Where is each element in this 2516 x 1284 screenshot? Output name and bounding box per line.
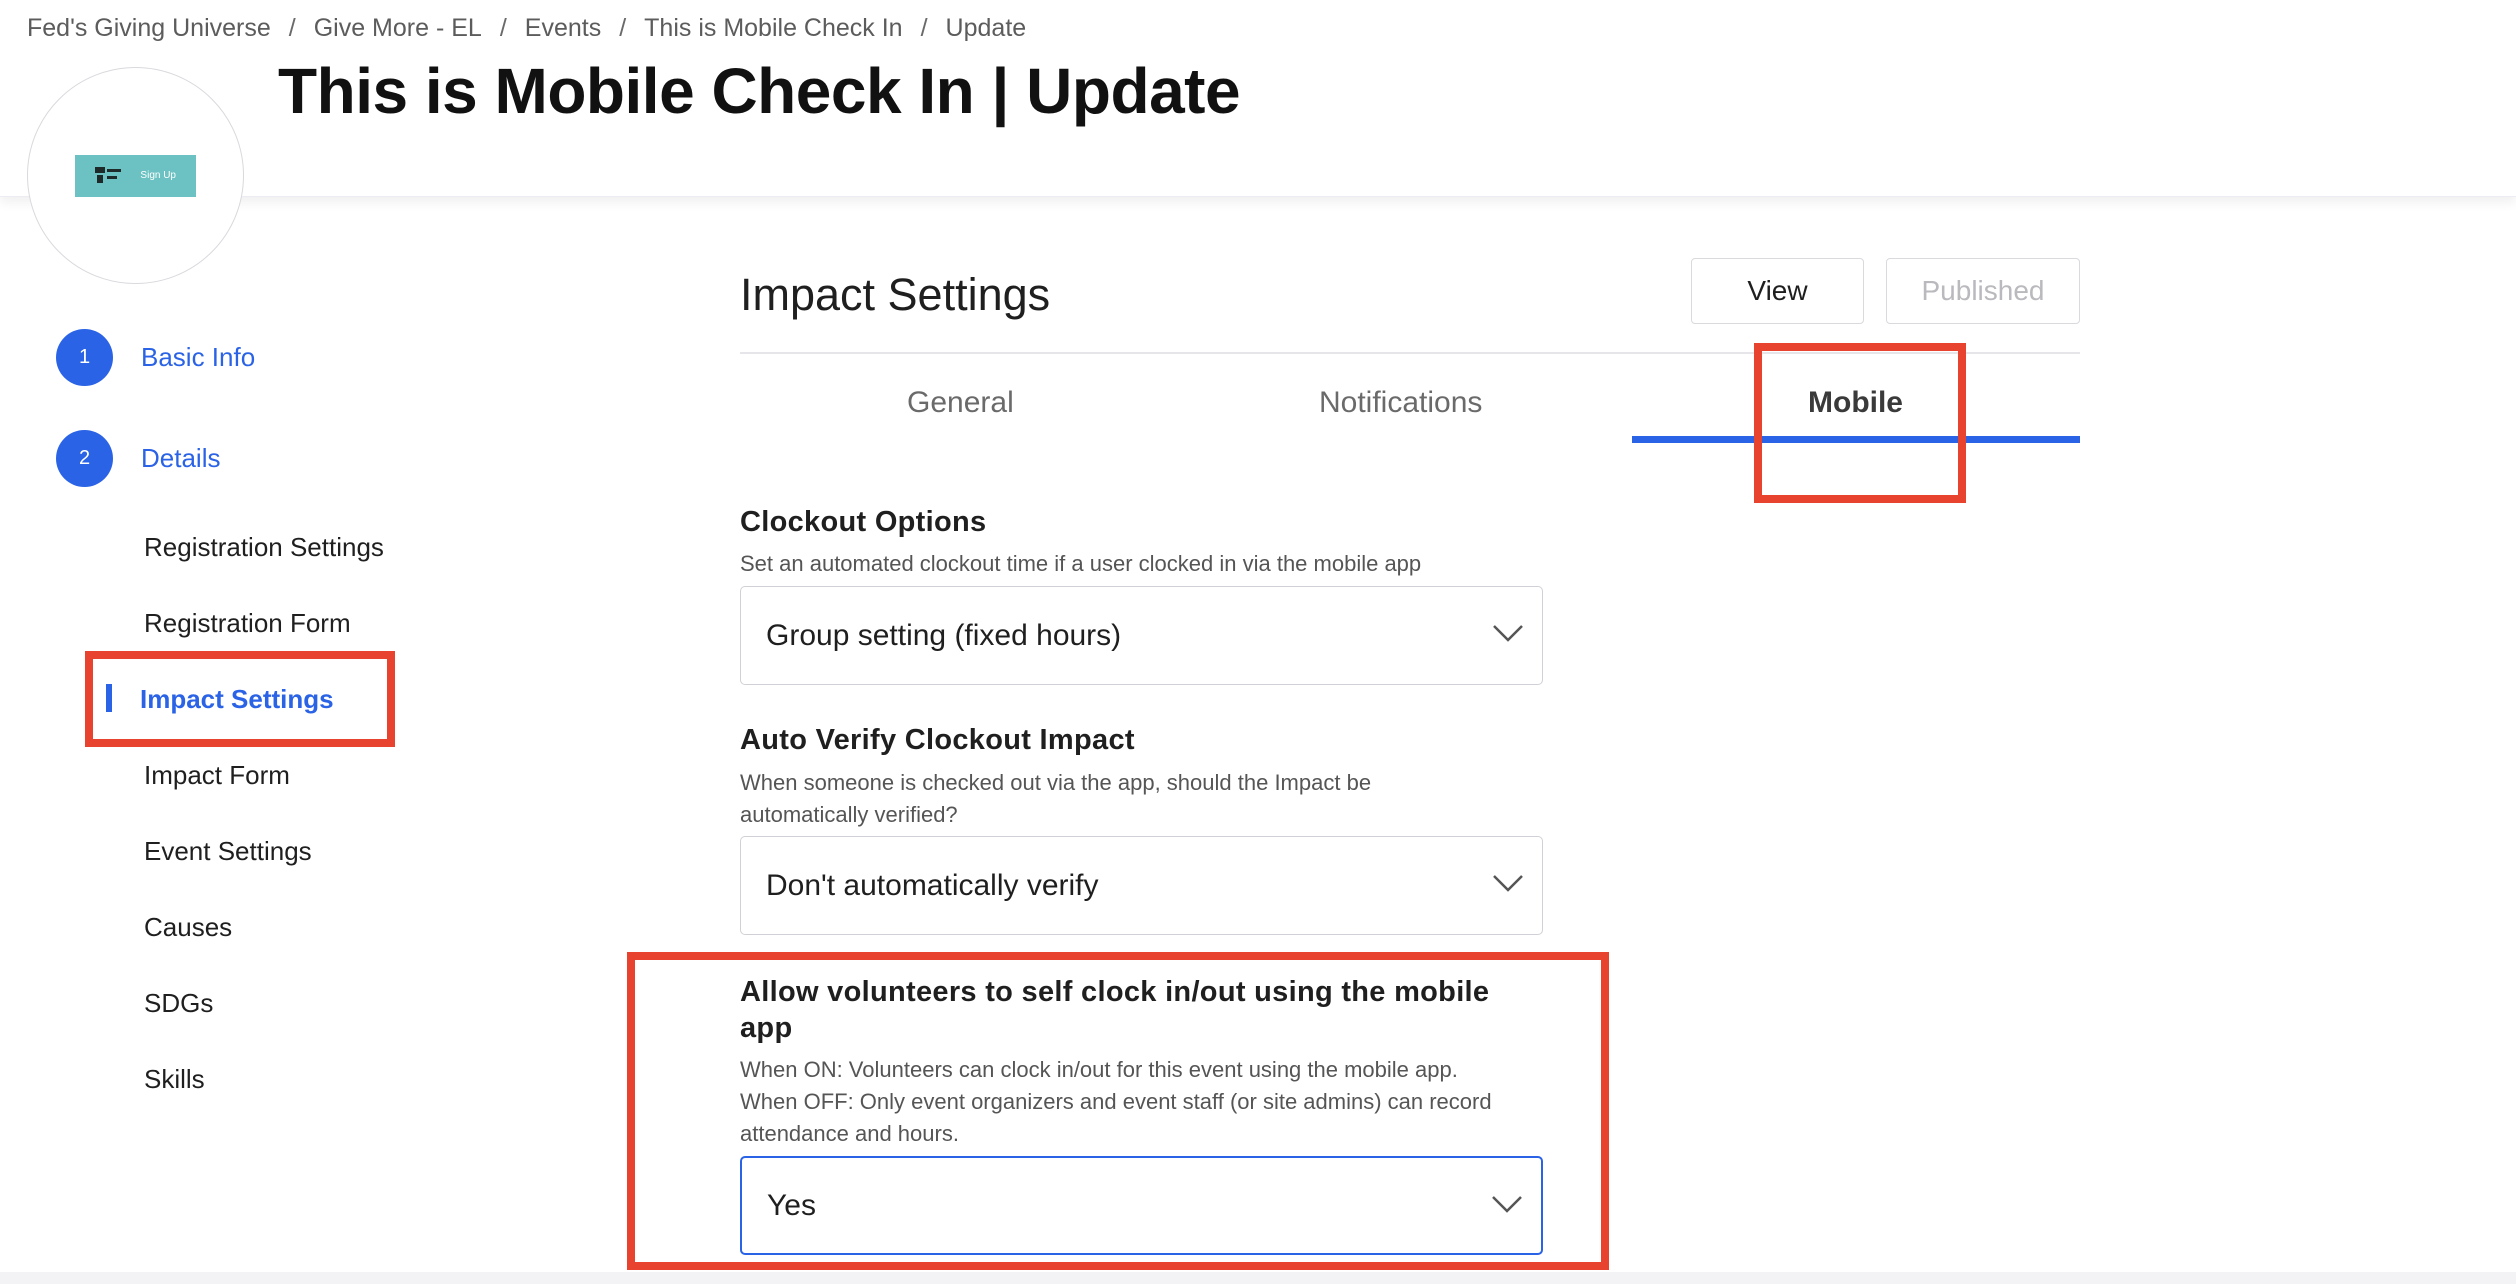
- breadcrumb-item-program[interactable]: Give More - EL: [314, 14, 482, 43]
- view-button[interactable]: View: [1691, 258, 1864, 324]
- active-indicator: [106, 684, 112, 712]
- sidebar-item-sdgs[interactable]: SDGs: [144, 988, 213, 1019]
- breadcrumb-separator: /: [619, 14, 627, 42]
- breadcrumb-separator: /: [499, 14, 507, 42]
- step-basic-info[interactable]: 1 Basic Info: [56, 329, 255, 386]
- auto-verify-select[interactable]: Don't automatically verify: [740, 836, 1543, 935]
- event-avatar: Sign Up: [27, 67, 244, 284]
- label-line: app: [740, 1012, 793, 1044]
- description-line: When OFF: Only event organizers and even…: [740, 1089, 1492, 1114]
- breadcrumb-separator: /: [920, 14, 928, 42]
- section-title: Impact Settings: [740, 269, 1051, 320]
- sidebar-item-impact-form[interactable]: Impact Form: [144, 760, 290, 791]
- sidebar-item-registration-settings[interactable]: Registration Settings: [144, 532, 384, 563]
- auto-verify-label: Auto Verify Clockout Impact: [740, 724, 1135, 756]
- chevron-down-icon: [1493, 625, 1523, 642]
- step-number: 2: [56, 430, 113, 487]
- sidebar-item-impact-settings[interactable]: Impact Settings: [140, 684, 334, 715]
- description-line: automatically verified?: [740, 802, 958, 827]
- breadcrumb: Fed's Giving Universe / Give More - EL /…: [27, 14, 1026, 43]
- bottom-edge: [0, 1272, 2516, 1284]
- tab-notifications[interactable]: Notifications: [1319, 386, 1482, 420]
- published-button[interactable]: Published: [1886, 258, 2080, 324]
- sidebar-item-registration-form[interactable]: Registration Form: [144, 608, 351, 639]
- description-line: attendance and hours.: [740, 1121, 959, 1146]
- self-clock-description: When ON: Volunteers can clock in/out for…: [740, 1054, 1540, 1150]
- self-clock-select[interactable]: Yes: [740, 1156, 1543, 1255]
- breadcrumb-item-org[interactable]: Fed's Giving Universe: [27, 14, 271, 43]
- event-logo: Sign Up: [75, 154, 196, 197]
- description-line: When someone is checked out via the app,…: [740, 770, 1372, 795]
- label-line: Allow volunteers to self clock in/out us…: [740, 976, 1490, 1008]
- step-number: 1: [56, 329, 113, 386]
- tab-general[interactable]: General: [907, 386, 1014, 420]
- select-value: Don't automatically verify: [766, 868, 1099, 902]
- breadcrumb-item-event[interactable]: This is Mobile Check In: [644, 14, 902, 43]
- sidebar-item-event-settings[interactable]: Event Settings: [144, 836, 312, 867]
- title-divider: [740, 352, 2080, 354]
- sidebar-item-causes[interactable]: Causes: [144, 912, 232, 943]
- breadcrumb-item-current: Update: [945, 14, 1027, 42]
- clockout-options-description: Set an automated clockout time if a user…: [740, 551, 1422, 576]
- description-line: When ON: Volunteers can clock in/out for…: [740, 1057, 1458, 1082]
- self-clock-label: Allow volunteers to self clock in/out us…: [740, 974, 1489, 1046]
- chevron-down-icon: [1492, 1196, 1522, 1213]
- breadcrumb-item-events[interactable]: Events: [525, 14, 601, 43]
- auto-verify-description: When someone is checked out via the app,…: [740, 767, 1540, 831]
- select-value: Yes: [767, 1188, 816, 1222]
- logo-text: Sign Up: [140, 170, 176, 181]
- logo-mark-icon: [95, 166, 121, 183]
- active-tab-underline: [1632, 436, 2080, 443]
- breadcrumb-separator: /: [288, 14, 296, 42]
- chevron-down-icon: [1493, 875, 1523, 892]
- select-value: Group setting (fixed hours): [766, 618, 1122, 652]
- highlight-mobile-tab: [1754, 343, 1966, 503]
- step-label: Details: [141, 443, 221, 473]
- page-title: This is Mobile Check In | Update: [278, 55, 1241, 127]
- clockout-options-select[interactable]: Group setting (fixed hours): [740, 586, 1543, 685]
- clockout-options-label: Clockout Options: [740, 506, 987, 538]
- tab-mobile[interactable]: Mobile: [1808, 386, 1903, 420]
- step-details[interactable]: 2 Details: [56, 430, 220, 487]
- sidebar-item-skills[interactable]: Skills: [144, 1064, 205, 1095]
- step-label: Basic Info: [141, 342, 256, 372]
